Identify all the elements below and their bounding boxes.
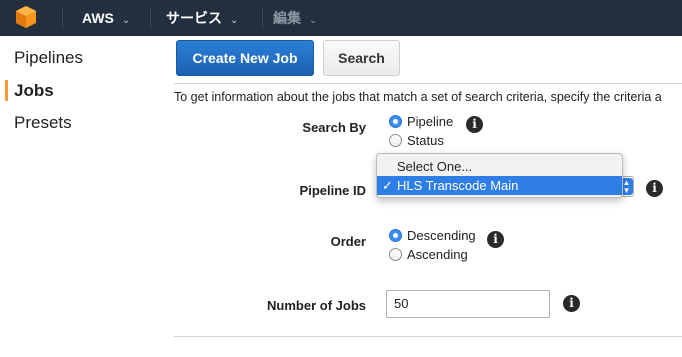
sidebar-item-pipelines[interactable]: Pipelines (14, 48, 83, 68)
info-icon[interactable]: i (487, 231, 504, 248)
create-new-job-button[interactable]: Create New Job (176, 40, 314, 76)
number-of-jobs-input[interactable]: 50 (386, 290, 550, 318)
top-nav-bar: AWS ⌄ サービス ⌄ 編集 ⌄ (0, 0, 682, 36)
dropdown-option-selected[interactable]: ✓ HLS Transcode Main (377, 176, 622, 195)
aws-cube-icon[interactable] (14, 5, 38, 29)
order-label: Order (330, 234, 366, 249)
chevron-down-icon: ⌄ (230, 15, 239, 26)
sidebar: Pipelines Jobs Presets (0, 36, 160, 357)
sidebar-item-presets[interactable]: Presets (14, 113, 72, 133)
chevron-down-icon: ⌄ (121, 15, 131, 26)
search-by-label: Search By (302, 120, 366, 135)
radio-selected-indicator[interactable] (389, 228, 402, 242)
radio-label: Pipeline (407, 113, 454, 129)
divider (174, 83, 682, 84)
info-icon[interactable]: i (646, 180, 663, 197)
nav-aws-menu[interactable]: AWS ⌄ (82, 0, 130, 36)
radio-label: Descending (407, 227, 476, 243)
pipeline-id-label: Pipeline ID (299, 183, 366, 198)
number-of-jobs-label: Number of Jobs (267, 298, 366, 313)
search-button[interactable]: Search (323, 40, 400, 76)
nav-divider (62, 8, 63, 28)
radio-label: Status (407, 132, 444, 148)
radio-indicator[interactable] (389, 133, 402, 147)
chevron-down-icon: ⌄ (309, 15, 318, 26)
dropdown-option-label: HLS Transcode Main (397, 178, 519, 193)
radio-search-by-pipeline[interactable]: Pipeline (389, 112, 453, 130)
radio-selected-indicator[interactable] (389, 114, 402, 128)
divider (174, 336, 682, 337)
nav-divider (150, 8, 151, 28)
radio-label: Ascending (407, 246, 468, 262)
nav-edit-menu[interactable]: 編集 ⌄ (273, 0, 317, 36)
pipeline-id-dropdown-menu: Select One... ✓ HLS Transcode Main (376, 153, 623, 198)
intro-text: To get information about the jobs that m… (174, 90, 662, 104)
nav-services-menu[interactable]: サービス ⌄ (166, 0, 238, 36)
nav-divider (262, 8, 263, 28)
checkmark-icon: ✓ (382, 178, 393, 193)
radio-order-ascending[interactable]: Ascending (389, 245, 468, 263)
radio-order-descending[interactable]: Descending (389, 226, 476, 244)
info-icon[interactable]: i (563, 295, 580, 312)
info-icon[interactable]: i (466, 116, 483, 133)
radio-search-by-status[interactable]: Status (389, 131, 444, 149)
sidebar-active-indicator (5, 80, 8, 101)
dropdown-option[interactable]: Select One... (377, 157, 622, 176)
sidebar-item-jobs[interactable]: Jobs (14, 81, 54, 101)
radio-indicator[interactable] (389, 247, 402, 261)
